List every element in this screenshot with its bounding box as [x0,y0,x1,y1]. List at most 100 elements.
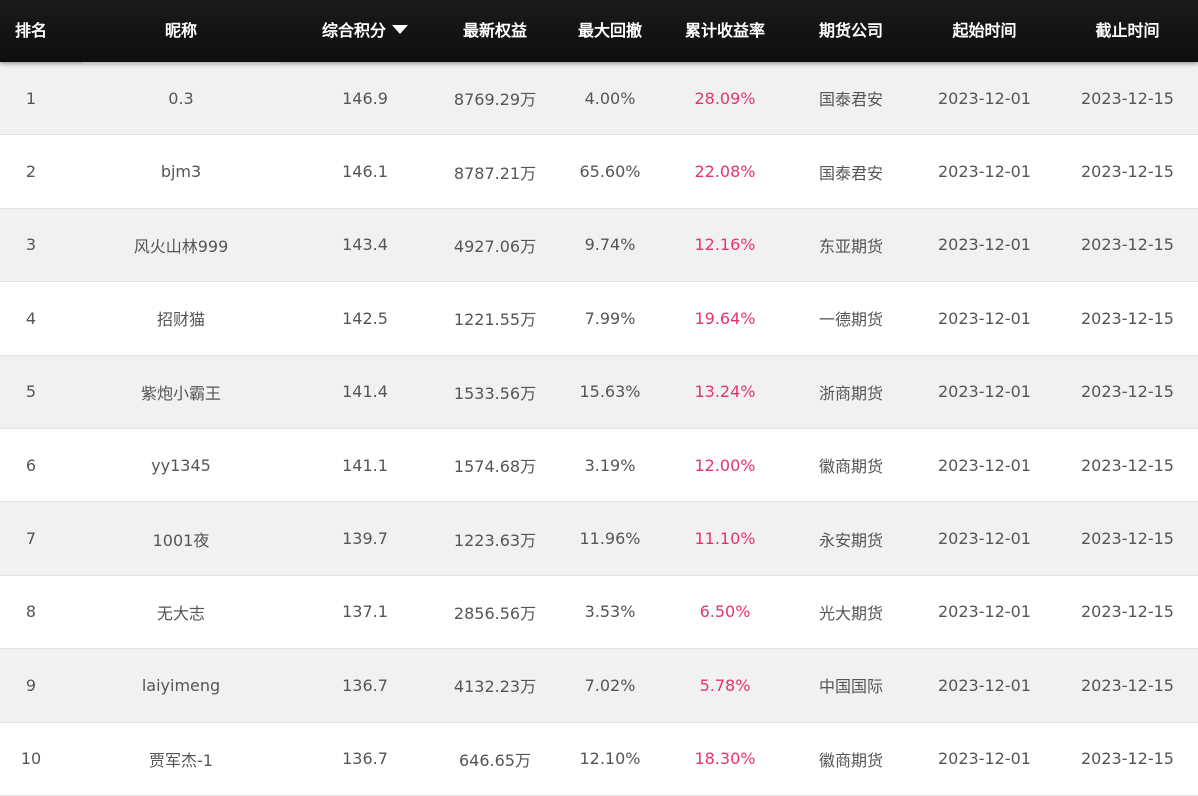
table-row[interactable]: 6 yy1345 141.1 1574.68万 3.19% 12.00% 徽商期货 2023-… [0,428,1198,503]
cell-firm: 中国国际 [818,677,883,697]
header-score-label: 综合积分 [321,21,386,40]
cell-rank: 4 [25,308,37,328]
header-start-time: 起始时间 [952,21,1017,40]
cell-score: 141.1 [342,455,388,475]
cell-rank: 2 [25,162,37,182]
cell-start-time: 2023-12-01 [938,602,1031,622]
header-cum-return: 累计收益率 [684,21,765,40]
header-nickname: 昵称 [164,21,197,40]
cell-max-drawdown: 11.96% [579,529,641,549]
table-row[interactable]: 8 无大志 137.1 2856.56万 3.53% 6.50% 光大期货 2023-12-0… [0,575,1198,650]
cell-nickname: 无大志 [156,603,205,623]
cell-rank: 10 [20,749,42,769]
cell-cum-return: 19.64% [694,308,756,328]
header-equity: 最新权益 [462,21,527,40]
cell-nickname: 招财猫 [156,310,205,330]
cell-start-time: 2023-12-01 [938,308,1031,328]
cell-equity: 8769.29万 [453,90,537,110]
cell-max-drawdown: 7.99% [584,308,636,328]
caret-down-icon[interactable] [392,25,408,34]
cell-rank: 3 [25,235,37,255]
cell-firm: 永安期货 [818,530,883,550]
cell-end-time: 2023-12-15 [1081,455,1174,475]
table-row[interactable]: 1 0.3 146.9 8769.29万 4.00% 28.09% 国泰君安 2023-12-… [0,62,1198,136]
cell-cum-return: 18.30% [694,749,756,769]
cell-max-drawdown: 4.00% [584,88,636,108]
cell-rank: 7 [25,529,37,549]
cell-start-time: 2023-12-01 [938,455,1031,475]
header-divider [82,62,280,64]
header-rank: 排名 [14,21,47,40]
cell-start-time: 2023-12-01 [938,529,1031,549]
cell-firm: 徽商期货 [818,750,883,770]
table-row[interactable]: 7 1001夜 139.7 1223.63万 11.96% 11.10% 永安期货 2023-… [0,502,1198,576]
table-row[interactable]: 5 紫炮小霸王 141.4 1533.56万 15.63% 13.24% 浙商期货 2023-… [0,355,1198,429]
cell-rank: 8 [25,602,37,622]
ranking-table: 排名 昵称 综合积分 最新权益 最大回撤 累计收益率 期货公司 起始时间 截止时… [0,0,1198,796]
cell-firm: 浙商期货 [818,383,883,403]
header-firm: 期货公司 [818,21,883,40]
cell-end-time: 2023-12-15 [1081,749,1174,769]
cell-end-time: 2023-12-15 [1081,308,1174,328]
table-row[interactable]: 3 风火山林999 143.4 4927.06万 9.74% 12.16% 东亚期货 2023… [0,208,1198,283]
cell-rank: 5 [25,382,37,402]
cell-cum-return: 22.08% [694,162,756,182]
cell-equity: 8787.21万 [453,163,537,183]
cell-end-time: 2023-12-15 [1081,529,1174,549]
cell-nickname: 风火山林999 [133,236,229,256]
cell-score: 146.1 [342,162,388,182]
cell-rank: 1 [25,88,37,108]
cell-rank: 6 [25,455,37,475]
cell-score: 141.4 [342,382,388,402]
cell-nickname: 紫炮小霸王 [140,383,221,403]
table-row[interactable]: 9 laiyimeng 136.7 4132.23万 7.02% 5.78% 中国国际 202… [0,649,1198,723]
table-row[interactable]: 4 招财猫 142.5 1221.55万 7.99% 19.64% 一德期货 2023-12-… [0,282,1198,356]
cell-cum-return: 6.50% [699,602,751,622]
table-body: 1 0.3 146.9 8769.29万 4.00% 28.09% 国泰君安 2023-12-… [0,62,1198,796]
cell-nickname: 1001夜 [152,530,210,550]
cell-score: 139.7 [342,529,388,549]
cell-firm: 国泰君安 [818,90,883,110]
header-max-drawdown: 最大回撤 [577,21,642,40]
cell-cum-return: 5.78% [699,675,751,695]
cell-cum-return: 13.24% [694,382,756,402]
cell-firm: 国泰君安 [818,163,883,183]
cell-equity: 1533.56万 [453,383,537,403]
header-end-time: 截止时间 [1095,21,1160,40]
cell-end-time: 2023-12-15 [1081,382,1174,402]
cell-end-time: 2023-12-15 [1081,235,1174,255]
cell-nickname: 0.3 [168,88,194,108]
cell-score: 142.5 [342,308,388,328]
cell-equity: 2856.56万 [453,603,537,623]
cell-start-time: 2023-12-01 [938,382,1031,402]
table-row[interactable]: 10 贾军杰-1 136.7 646.65万 12.10% 18.30% 徽商期货 2023-… [0,722,1198,796]
header-score-sortable[interactable]: 综合积分 [300,0,430,62]
cell-max-drawdown: 15.63% [579,382,641,402]
cell-score: 137.1 [342,602,388,622]
cell-end-time: 2023-12-15 [1081,675,1174,695]
cell-cum-return: 11.10% [694,529,756,549]
cell-nickname: laiyimeng [141,675,221,695]
cell-start-time: 2023-12-01 [938,749,1031,769]
cell-firm: 光大期货 [818,603,883,623]
cell-cum-return: 12.16% [694,235,756,255]
cell-equity: 1223.63万 [453,530,537,550]
cell-nickname: bjm3 [160,162,202,182]
cell-start-time: 2023-12-01 [938,162,1031,182]
cell-max-drawdown: 3.53% [584,602,636,622]
cell-equity: 646.65万 [459,750,531,770]
cell-score: 146.9 [342,88,388,108]
cell-nickname: 贾军杰-1 [149,750,213,770]
cell-start-time: 2023-12-01 [938,88,1031,108]
cell-end-time: 2023-12-15 [1081,88,1174,108]
table-header: 排名 昵称 综合积分 最新权益 最大回撤 累计收益率 期货公司 起始时间 截止时… [0,0,1198,62]
cell-firm: 徽商期货 [818,457,883,477]
table-row[interactable]: 2 bjm3 146.1 8787.21万 65.60% 22.08% 国泰君安 2023-1… [0,135,1198,209]
cell-max-drawdown: 3.19% [584,455,636,475]
cell-rank: 9 [25,675,37,695]
cell-max-drawdown: 7.02% [584,675,636,695]
cell-firm: 一德期货 [818,310,883,330]
cell-start-time: 2023-12-01 [938,675,1031,695]
cell-equity: 4132.23万 [453,677,537,697]
cell-firm: 东亚期货 [818,236,883,256]
